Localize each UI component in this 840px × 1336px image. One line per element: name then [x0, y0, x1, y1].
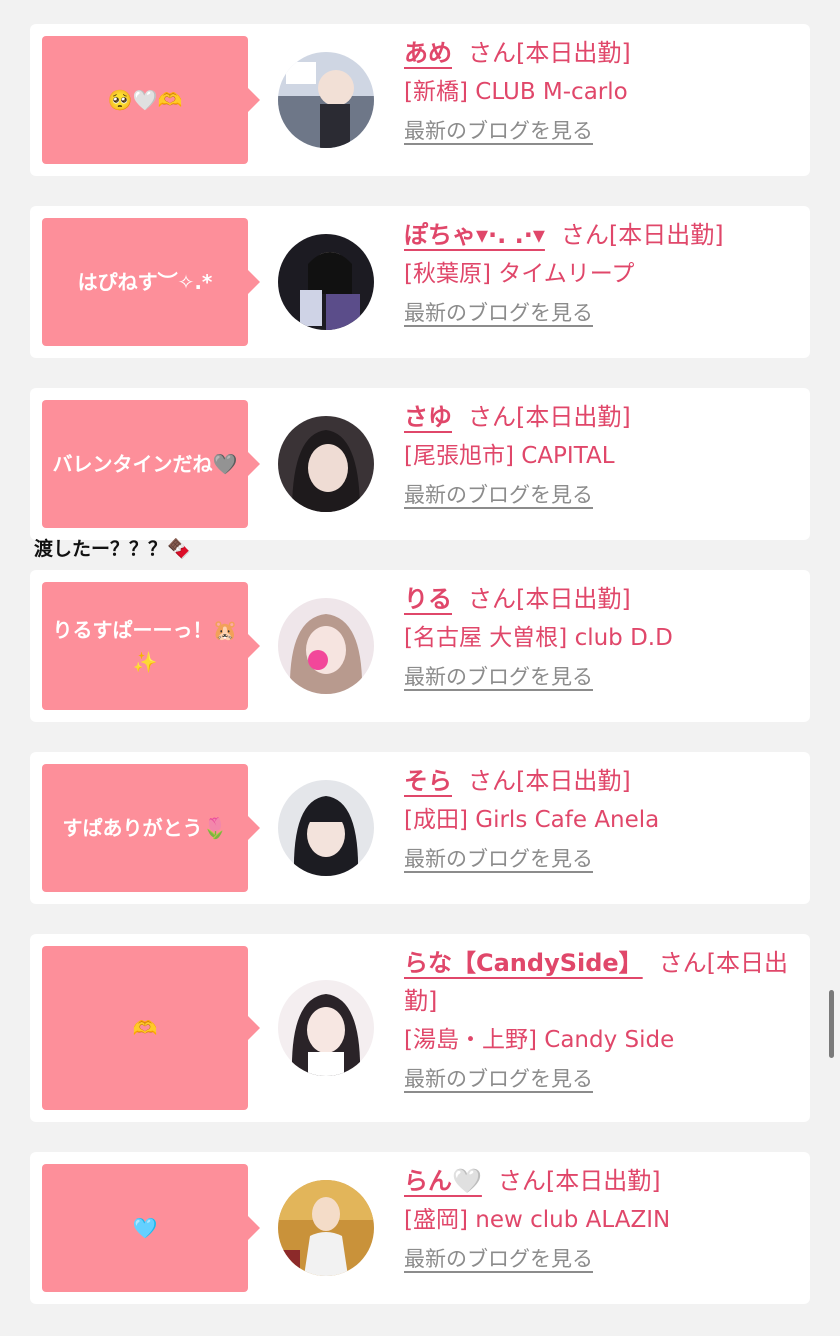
message-bubble[interactable]: りるすぱーーっ！🐹✨	[42, 582, 260, 710]
shop-name: [成田] Girls Cafe Anela	[404, 807, 660, 833]
latest-blog-link[interactable]: 最新のブログを見る	[404, 1242, 593, 1276]
shop-name: [秋葉原] タイムリープ	[404, 261, 635, 287]
avatar[interactable]	[278, 780, 374, 876]
shop-name: [盛岡] new club ALAZIN	[404, 1207, 671, 1233]
name-line: りる さん[本日出勤]	[404, 580, 796, 618]
diary-card[interactable]: りるすぱーーっ！🐹✨ りる さん[本日出勤] [名古屋 大曽根] club D.D…	[30, 570, 810, 722]
message-bubble[interactable]: 🥺🤍🫶	[42, 36, 260, 164]
latest-blog-link[interactable]: 最新のブログを見る	[404, 1062, 593, 1096]
diary-card[interactable]: 🫶 らな【CandySide】 さん[本日出勤] [湯島・上野] Candy Si…	[30, 934, 810, 1122]
diary-list: 🥺🤍🫶 あめ さん[本日出勤] [新橋] CLUB M-carlo 最新のブログを…	[0, 0, 840, 1336]
cast-name-link[interactable]: ぽちゃ▾·. .·▾	[404, 221, 545, 249]
message-bubble[interactable]: バレンタインだね🩶	[42, 400, 260, 528]
shop-name: [新橋] CLUB M-carlo	[404, 79, 628, 105]
message-bubble[interactable]: 🩵	[42, 1164, 260, 1292]
avatar[interactable]	[278, 52, 374, 148]
avatar[interactable]	[278, 598, 374, 694]
card-info: らな【CandySide】 さん[本日出勤] [湯島・上野] Candy Side…	[404, 944, 796, 1096]
message-text: はぴねす︶✧.*	[77, 270, 213, 294]
attendance-status: さん[本日出勤]	[468, 585, 631, 613]
name-line: そら さん[本日出勤]	[404, 762, 796, 800]
card-info: ぽちゃ▾·. .·▾ さん[本日出勤] [秋葉原] タイムリープ 最新のブログを見…	[404, 216, 796, 330]
diary-card[interactable]: はぴねす︶✧.* ぽちゃ▾·. .·▾ さん[本日出勤] [秋葉原] タイムリープ…	[30, 206, 810, 358]
scrollbar[interactable]	[829, 990, 834, 1058]
cast-name-link[interactable]: そら	[404, 767, 452, 795]
avatar[interactable]	[278, 980, 374, 1076]
name-line: あめ さん[本日出勤]	[404, 34, 796, 72]
message-text: 🩵	[132, 1216, 158, 1240]
attendance-status: さん[本日出勤]	[497, 1167, 661, 1195]
cast-name-link[interactable]: らん🤍	[404, 1167, 482, 1195]
message-bubble[interactable]: すぱありがとう🌷	[42, 764, 260, 892]
message-text: 🥺🤍🫶	[107, 88, 183, 112]
cast-name-link[interactable]: らな【CandySide】	[404, 949, 643, 977]
message-text: バレンタインだね🩶	[52, 452, 238, 476]
message-bubble[interactable]: はぴねす︶✧.*	[42, 218, 260, 346]
latest-blog-link[interactable]: 最新のブログを見る	[404, 842, 593, 876]
cast-name-link[interactable]: りる	[404, 585, 452, 613]
message-text: りるすぱーーっ！🐹✨	[52, 618, 238, 674]
latest-blog-link[interactable]: 最新のブログを見る	[404, 296, 593, 330]
attendance-status: さん[本日出勤]	[468, 403, 631, 431]
name-line: らん🤍 さん[本日出勤]	[404, 1162, 796, 1200]
card-info: そら さん[本日出勤] [成田] Girls Cafe Anela 最新のブログを…	[404, 762, 796, 876]
card-info: らん🤍 さん[本日出勤] [盛岡] new club ALAZIN 最新のブログを…	[404, 1162, 796, 1276]
message-bubble[interactable]: 🫶	[42, 946, 260, 1110]
message-text: 🫶	[132, 1016, 158, 1040]
attendance-status: さん[本日出勤]	[468, 39, 631, 67]
shop-name: [湯島・上野] Candy Side	[404, 1027, 675, 1053]
cast-name-link[interactable]: さゆ	[404, 403, 452, 431]
latest-blog-link[interactable]: 最新のブログを見る	[404, 478, 593, 512]
attendance-status: さん[本日出勤]	[468, 767, 631, 795]
name-line: らな【CandySide】 さん[本日出勤]	[404, 944, 796, 1020]
attendance-status: さん[本日出勤]	[560, 221, 724, 249]
bubble-overflow-text: 渡したー？？？🍫	[34, 538, 191, 560]
message-text: すぱありがとう🌷	[62, 816, 228, 840]
shop-name: [名古屋 大曽根] club D.D	[404, 625, 673, 651]
diary-card[interactable]: 🥺🤍🫶 あめ さん[本日出勤] [新橋] CLUB M-carlo 最新のブログを…	[30, 24, 810, 176]
diary-card[interactable]: すぱありがとう🌷 そら さん[本日出勤] [成田] Girls Cafe Anel…	[30, 752, 810, 904]
diary-card[interactable]: バレンタインだね🩶 さゆ さん[本日出勤] [尾張旭市] CAPITAL 最新のブ…	[30, 388, 810, 540]
card-info: りる さん[本日出勤] [名古屋 大曽根] club D.D 最新のブログを見る	[404, 580, 796, 694]
name-line: ぽちゃ▾·. .·▾ さん[本日出勤]	[404, 216, 796, 254]
shop-name: [尾張旭市] CAPITAL	[404, 443, 615, 469]
avatar[interactable]	[278, 1180, 374, 1276]
cast-name-link[interactable]: あめ	[404, 39, 452, 67]
card-info: あめ さん[本日出勤] [新橋] CLUB M-carlo 最新のブログを見る	[404, 34, 796, 148]
name-line: さゆ さん[本日出勤]	[404, 398, 796, 436]
avatar[interactable]	[278, 416, 374, 512]
diary-card[interactable]: 🩵 らん🤍 さん[本日出勤] [盛岡] new club ALAZIN 最新のブロ…	[30, 1152, 810, 1304]
avatar[interactable]	[278, 234, 374, 330]
card-info: さゆ さん[本日出勤] [尾張旭市] CAPITAL 最新のブログを見る	[404, 398, 796, 512]
latest-blog-link[interactable]: 最新のブログを見る	[404, 114, 593, 148]
latest-blog-link[interactable]: 最新のブログを見る	[404, 660, 593, 694]
